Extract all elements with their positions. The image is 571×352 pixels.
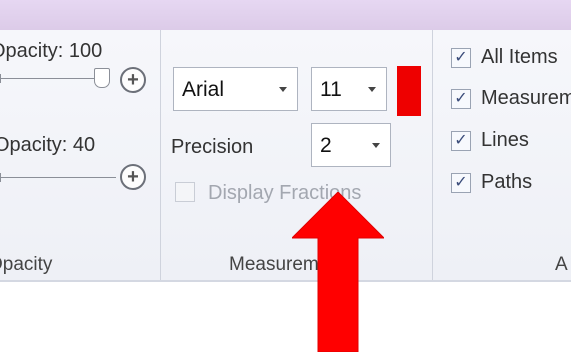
opacity-top-increase-button[interactable]: +	[120, 67, 146, 93]
measurement-color-swatch[interactable]	[397, 66, 421, 116]
measurements-checkbox[interactable]: ✓	[451, 89, 471, 109]
display-fractions-checkbox[interactable]	[175, 182, 195, 202]
size-combo[interactable]: 11	[311, 67, 387, 111]
chevron-down-icon	[368, 87, 376, 92]
check-icon: ✓	[454, 90, 468, 107]
opacity-top-slider-tick	[0, 74, 1, 83]
red-arrow	[292, 192, 384, 352]
lines-label: Lines	[481, 129, 529, 151]
plus-icon: +	[127, 69, 139, 91]
opacity-bottom-slider-tick	[0, 173, 1, 182]
opacity-bottom-label: Opacity: 40	[0, 134, 96, 156]
font-value: Arial	[182, 78, 225, 101]
lines-checkbox[interactable]: ✓	[451, 131, 471, 151]
chevron-down-icon	[372, 143, 380, 148]
plus-icon: +	[127, 166, 139, 188]
visibility-group-caption: A	[555, 254, 568, 275]
visibility-group: ✓ All Items ✓ Measurements ✓ Lines ✓ Pat…	[433, 30, 571, 280]
opacity-bottom-slider-track[interactable]	[0, 177, 116, 178]
ribbon: Opacity: 100 + Opacity: 40 + Opacity Ari…	[0, 30, 571, 282]
precision-label: Precision	[171, 136, 254, 158]
paths-label: Paths	[481, 171, 533, 193]
precision-value: 2	[320, 134, 332, 157]
check-icon: ✓	[454, 174, 468, 191]
window-title-band	[0, 0, 571, 31]
precision-combo[interactable]: 2	[311, 123, 391, 167]
font-combo[interactable]: Arial	[173, 67, 298, 111]
opacity-bottom-increase-button[interactable]: +	[120, 164, 146, 190]
opacity-group-caption: Opacity	[0, 254, 53, 275]
opacity-top-slider-thumb[interactable]	[94, 68, 110, 88]
measurements-label: Measurements	[481, 87, 571, 109]
check-icon: ✓	[454, 132, 468, 149]
all-items-checkbox[interactable]: ✓	[451, 48, 471, 68]
check-icon: ✓	[454, 49, 468, 66]
paths-checkbox[interactable]: ✓	[451, 173, 471, 193]
chevron-down-icon	[279, 87, 287, 92]
all-items-label: All Items	[481, 46, 558, 68]
opacity-group: Opacity: 100 + Opacity: 40 + Opacity	[0, 30, 160, 280]
size-value: 11	[320, 78, 342, 101]
opacity-top-label: Opacity: 100	[0, 40, 103, 62]
